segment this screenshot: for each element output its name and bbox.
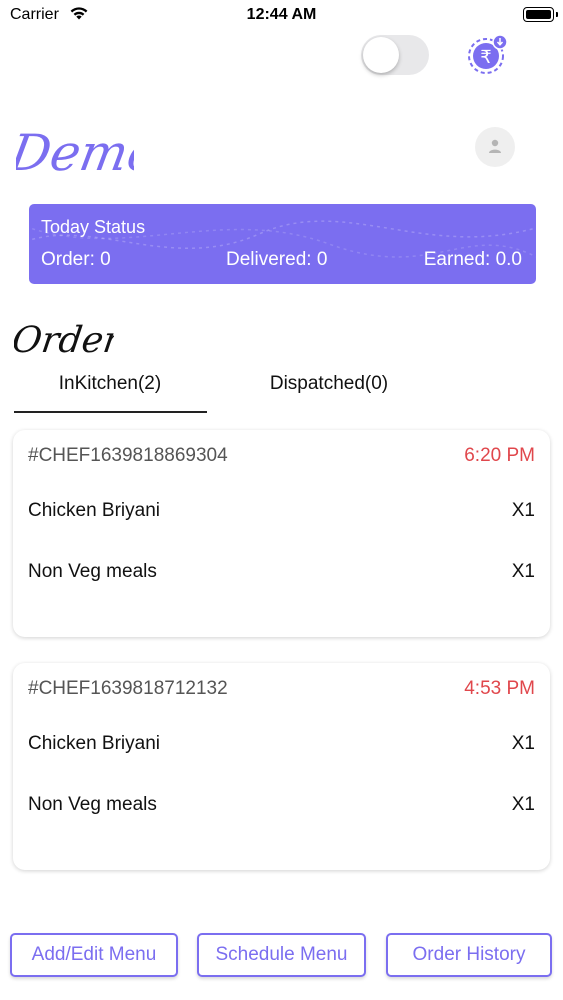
- tab-inkitchen[interactable]: InKitchen(2): [14, 373, 206, 395]
- item-qty: X1: [511, 500, 535, 521]
- delivered-count: Delivered: 0: [226, 249, 328, 270]
- status-card-pattern: [29, 220, 536, 258]
- today-status-title: Today Status: [41, 217, 146, 237]
- today-status-card: Today Status Order: 0 Delivered: 0 Earne…: [29, 204, 536, 284]
- svg-text:Demo: Demo: [16, 123, 134, 182]
- order-time: 6:20 PM: [464, 445, 535, 466]
- earned-amount: Earned: 0.0: [423, 249, 522, 270]
- order-time: 4:53 PM: [464, 678, 535, 699]
- order-card[interactable]: #CHEF1639818712132 4:53 PM Chicken Briya…: [13, 663, 550, 870]
- rupee-wallet-icon[interactable]: ₹: [464, 34, 510, 81]
- active-tab-indicator: [14, 411, 207, 413]
- order-history-button[interactable]: Order History: [386, 933, 552, 977]
- availability-toggle[interactable]: [361, 35, 429, 75]
- profile-button[interactable]: [475, 127, 515, 167]
- status-bar: Carrier 12:44 AM: [0, 0, 563, 30]
- svg-text:₹: ₹: [480, 47, 491, 68]
- svg-text:Orders: Orders: [14, 318, 114, 361]
- schedule-menu-button[interactable]: Schedule Menu: [197, 933, 366, 977]
- item-name: Chicken Briyani: [28, 733, 160, 754]
- orders-heading: Orders: [9, 314, 142, 367]
- toggle-knob: [363, 37, 399, 73]
- user-icon: [489, 139, 501, 153]
- item-qty: X1: [511, 733, 535, 754]
- app-logo: Demo: [5, 112, 163, 187]
- add-edit-menu-button[interactable]: Add/Edit Menu: [10, 933, 178, 977]
- item-name: Non Veg meals: [28, 561, 157, 582]
- item-qty: X1: [511, 561, 535, 582]
- clock-label: 12:44 AM: [246, 6, 317, 23]
- battery-icon: [523, 7, 558, 22]
- order-id: #CHEF1639818869304: [28, 445, 228, 466]
- item-name: Non Veg meals: [28, 794, 157, 815]
- order-id: #CHEF1639818712132: [28, 678, 228, 699]
- item-name: Chicken Briyani: [28, 500, 160, 521]
- order-card[interactable]: #CHEF1639818869304 6:20 PM Chicken Briya…: [13, 430, 550, 637]
- order-count: Order: 0: [41, 249, 111, 270]
- item-qty: X1: [511, 794, 535, 815]
- tab-dispatched[interactable]: Dispatched(0): [233, 373, 425, 395]
